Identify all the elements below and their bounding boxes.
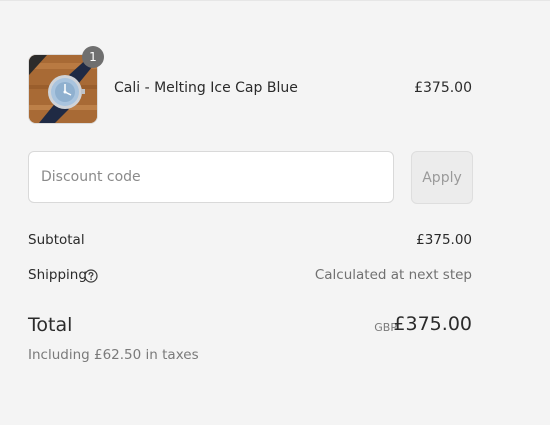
total-label: Total — [28, 314, 73, 336]
shipping-value: Calculated at next step — [314, 267, 472, 283]
top-divider — [0, 0, 550, 1]
discount-code-input[interactable] — [28, 151, 394, 203]
quantity-badge: 1 — [82, 46, 104, 68]
subtotal-value: £375.00 — [416, 232, 472, 248]
subtotal-label: Subtotal — [28, 232, 85, 248]
product-price: £375.00 — [414, 80, 472, 96]
help-circle-icon[interactable] — [84, 268, 98, 283]
taxes-note: Including £62.50 in taxes — [28, 347, 199, 363]
total-value: £375.00 — [393, 313, 472, 335]
product-name: Cali - Melting Ice Cap Blue — [114, 80, 298, 96]
shipping-label: Shipping — [28, 267, 87, 283]
apply-discount-button[interactable]: Apply — [411, 151, 473, 204]
